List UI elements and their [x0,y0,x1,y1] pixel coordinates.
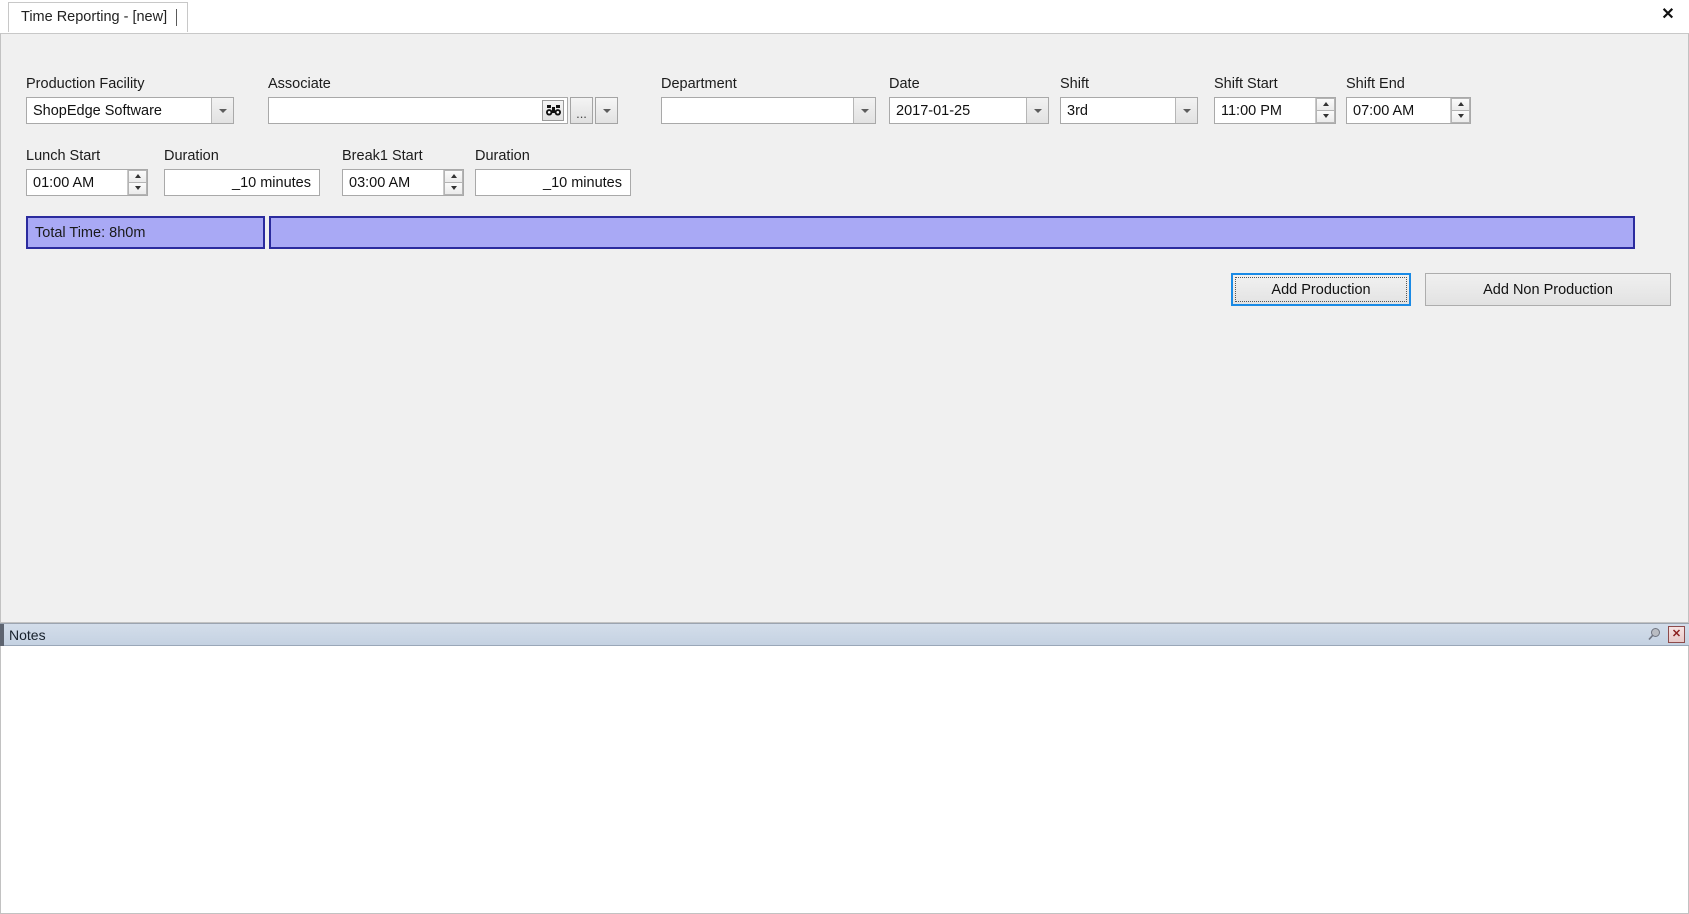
total-time-panel: Total Time: 8h0m [26,216,265,249]
lunch-start-label: Lunch Start [26,148,101,164]
chevron-down-icon[interactable] [211,98,233,123]
associate-browse-button[interactable]: ... [570,97,593,124]
shift-start-label: Shift Start [1214,76,1278,92]
lunch-duration-value: _10 minutes [232,174,311,191]
associate-dropdown-button[interactable] [595,97,618,124]
production-facility-value: ShopEdge Software [33,102,162,119]
break1-start-label: Break1 Start [342,148,423,164]
tab-label: Time Reporting - [new] [21,9,168,26]
break1-duration-value: _10 minutes [543,174,622,191]
add-non-production-label: Add Non Production [1483,281,1613,298]
date-label: Date [889,76,920,92]
lunch-start-spinner[interactable] [127,170,147,195]
field-break1-duration: Duration _10 minutes [475,148,631,196]
break1-duration-input[interactable]: _10 minutes [475,169,631,196]
spinner-up-icon[interactable] [444,170,463,183]
tab-strip: Time Reporting - [new] ✕ [0,0,1689,33]
date-combobox[interactable]: 2017-01-25 [889,97,1049,124]
field-lunch-duration: Duration _10 minutes [164,148,320,196]
break1-start-timepicker[interactable]: 03:00 AM [342,169,464,196]
notes-textarea[interactable] [0,646,1689,914]
tab-time-reporting[interactable]: Time Reporting - [new] [8,2,189,32]
field-shift-start: Shift Start 11:00 PM [1214,76,1336,124]
chevron-down-icon[interactable] [1026,98,1048,123]
chevron-down-icon[interactable] [853,98,875,123]
shift-start-value: 11:00 PM [1221,102,1282,119]
associate-control-group: ... [268,97,618,124]
notes-close-button[interactable]: ✕ [1668,626,1685,643]
field-break1-start: Break1 Start 03:00 AM [342,148,464,196]
shift-label: Shift [1060,76,1090,92]
break1-start-value: 03:00 AM [349,174,411,191]
lunch-duration-label: Duration [164,148,219,164]
field-shift-end: Shift End 07:00 AM [1346,76,1471,124]
date-value: 2017-01-25 [896,102,971,119]
lunch-start-value: 01:00 AM [33,174,95,191]
spinner-down-icon[interactable] [444,182,463,195]
spinner-up-icon[interactable] [1451,98,1470,111]
lunch-start-timepicker[interactable]: 01:00 AM [26,169,148,196]
spinner-down-icon[interactable] [1316,110,1335,123]
department-combobox[interactable] [661,97,876,124]
lunch-duration-input[interactable]: _10 minutes [164,169,320,196]
shift-start-timepicker[interactable]: 11:00 PM [1214,97,1336,124]
shift-end-timepicker[interactable]: 07:00 AM [1346,97,1471,124]
field-associate: Associate ... [268,76,618,124]
window-close-button[interactable]: ✕ [1656,4,1680,26]
notes-header[interactable]: Notes ✕ [0,623,1689,646]
break1-duration-label: Duration [475,148,530,164]
shift-end-spinner[interactable] [1450,98,1470,123]
total-time-label: Total Time: 8h0m [35,224,146,241]
spinner-down-icon[interactable] [128,182,147,195]
field-production-facility: Production Facility ShopEdge Software [26,76,234,124]
tab-text-caret [176,9,178,26]
associate-input[interactable] [268,97,568,124]
field-lunch-start: Lunch Start 01:00 AM [26,148,148,196]
department-label: Department [661,76,737,92]
binoculars-icon[interactable] [542,100,564,121]
field-shift: Shift 3rd [1060,76,1198,124]
time-reporting-form: Production Facility ShopEdge Software As… [0,33,1689,623]
notes-title: Notes [9,626,46,643]
shift-combobox[interactable]: 3rd [1060,97,1198,124]
chevron-down-icon[interactable] [1175,98,1197,123]
notes-header-actions: ✕ [1646,626,1685,643]
break1-start-spinner[interactable] [443,170,463,195]
notes-dock-panel: Notes ✕ [0,623,1689,914]
associate-label: Associate [268,76,331,92]
pin-icon[interactable] [1646,626,1663,643]
time-reporting-window: Time Reporting - [new] ✕ Production Faci… [0,0,1689,914]
shift-end-label: Shift End [1346,76,1405,92]
shift-start-spinner[interactable] [1315,98,1335,123]
production-facility-label: Production Facility [26,76,145,92]
field-date: Date 2017-01-25 [889,76,1049,124]
spinner-down-icon[interactable] [1451,110,1470,123]
production-facility-combobox[interactable]: ShopEdge Software [26,97,234,124]
add-production-label: Add Production [1271,281,1371,298]
shift-value: 3rd [1067,102,1088,119]
field-department: Department [661,76,876,124]
spinner-up-icon[interactable] [128,170,147,183]
add-production-button[interactable]: Add Production [1231,273,1411,306]
shift-end-value: 07:00 AM [1353,102,1415,119]
shift-timeline-panel[interactable] [269,216,1635,249]
add-non-production-button[interactable]: Add Non Production [1425,273,1671,306]
spinner-up-icon[interactable] [1316,98,1335,111]
